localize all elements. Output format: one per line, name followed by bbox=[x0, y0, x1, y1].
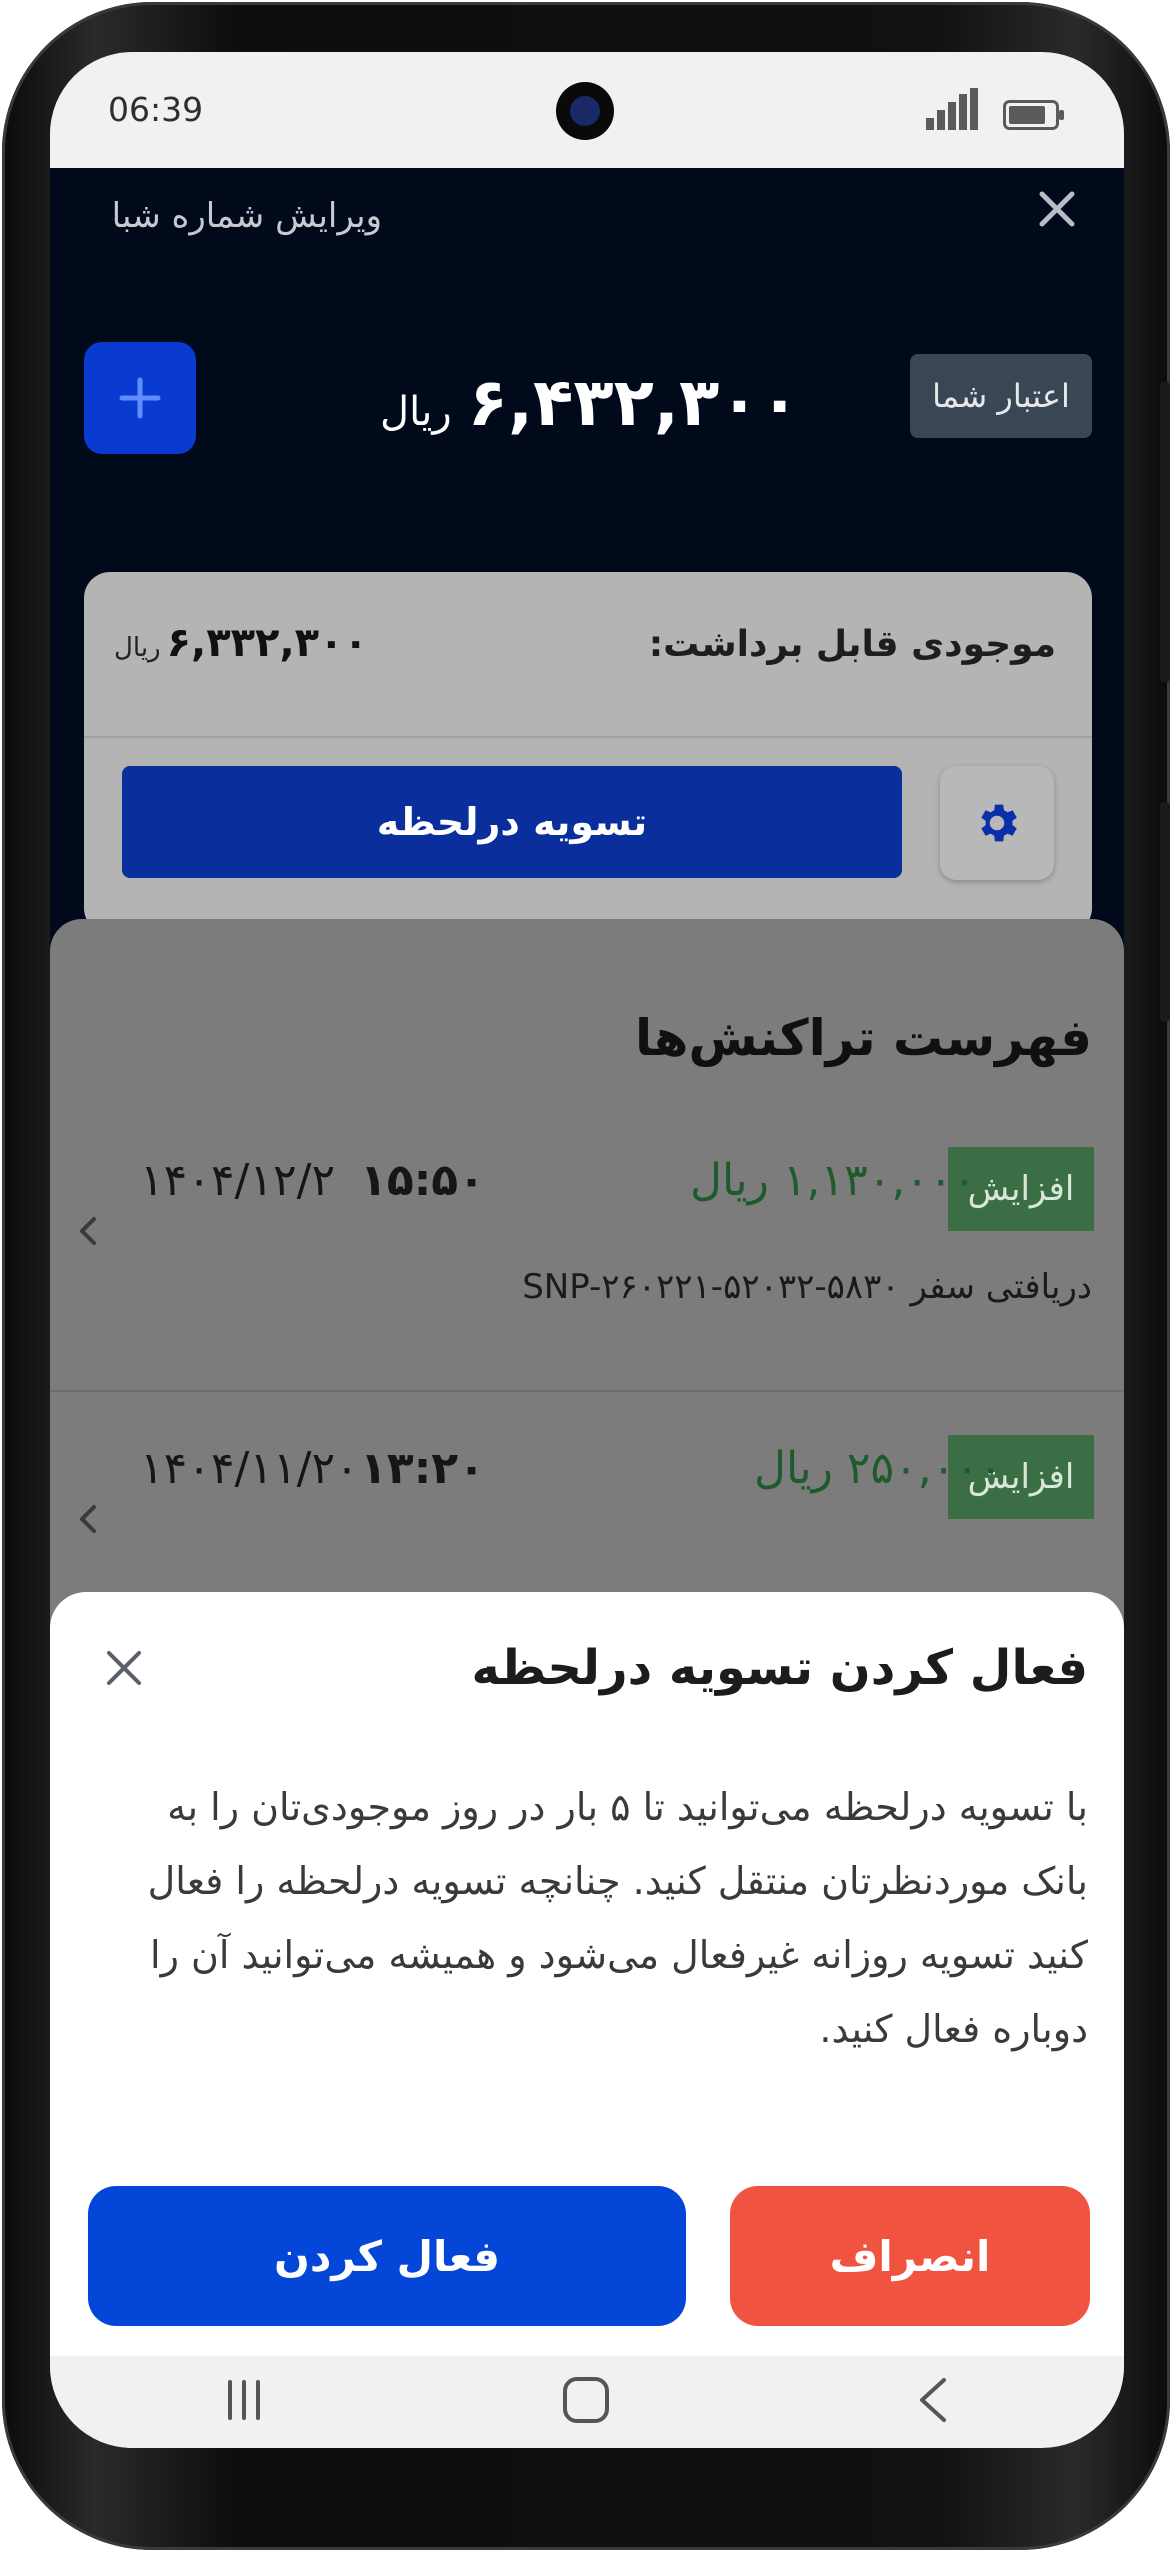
credit-amount: ۶,۴۳۲,۳۰۰ bbox=[467, 364, 800, 441]
credit-label: اعتبار شما bbox=[910, 354, 1092, 438]
transaction-time: ۱۳:۲۰ bbox=[360, 1443, 486, 1494]
gear-icon bbox=[981, 804, 1017, 842]
close-icon[interactable] bbox=[1034, 186, 1080, 232]
wallet-header: ویرایش شماره شبا ۶,۴۳۲,۳۰۰ ریال اعتبار شم… bbox=[50, 168, 1124, 934]
signal-bars-icon bbox=[926, 88, 978, 130]
system-nav-bar bbox=[50, 2356, 1124, 2448]
transaction-description: دریافتی سفر SNP-۲۶۰۲۲۱-۵۲۰۳۲-۵۸۳۰ bbox=[522, 1267, 1092, 1307]
chevron-left-icon bbox=[80, 1505, 96, 1533]
recent-apps-icon[interactable] bbox=[220, 2376, 268, 2424]
transaction-amount: ۲۵۰,۰۰۰ ریال bbox=[754, 1443, 1003, 1494]
add-credit-button[interactable] bbox=[84, 342, 196, 454]
withdrawable-unit: ریال bbox=[114, 633, 161, 663]
withdrawable-amount: ۶,۳۳۲,۳۰۰ bbox=[166, 620, 368, 666]
front-camera bbox=[556, 82, 614, 140]
divider bbox=[84, 736, 1092, 738]
phone-power-button bbox=[1160, 382, 1170, 682]
plus-icon bbox=[119, 377, 161, 419]
activate-button[interactable]: فعال کردن bbox=[88, 2186, 686, 2326]
withdrawable-balance: ۶,۳۳۲,۳۰۰ریال bbox=[114, 620, 368, 666]
transaction-date: ۱۴۰۴/۱۲/۲ bbox=[140, 1155, 336, 1206]
settlement-settings-button[interactable] bbox=[940, 766, 1054, 880]
close-icon[interactable] bbox=[104, 1648, 144, 1688]
withdrawable-card: موجودی قابل برداشت: ۶,۳۳۲,۳۰۰ریال تسویه … bbox=[84, 572, 1092, 934]
phone-screen: 06:39 ویرایش شماره شبا ۶,۴۳۲,۳۰۰ریال اعت… bbox=[50, 52, 1124, 2448]
status-time: 06:39 bbox=[108, 90, 204, 129]
transaction-date: ۱۴۰۴/۱۱/۲۰ bbox=[140, 1443, 359, 1494]
credit-unit: ریال bbox=[380, 389, 452, 435]
phone-volume-button bbox=[1160, 802, 1170, 1022]
credit-balance: ۶,۴۳۲,۳۰۰ ریال bbox=[380, 364, 800, 441]
home-icon[interactable] bbox=[560, 2374, 612, 2426]
edit-sheba-link[interactable]: ویرایش شماره شبا bbox=[112, 196, 382, 236]
phone-frame: 06:39 ویرایش شماره شبا ۶,۴۳۲,۳۰۰ریال اعت… bbox=[2, 2, 1170, 2550]
instant-settlement-button[interactable]: تسویه درلحظه bbox=[122, 766, 902, 878]
status-bar: 06:39 bbox=[50, 52, 1124, 168]
transaction-time: ۱۵:۵۰ bbox=[360, 1155, 486, 1206]
transaction-row[interactable]: افزایش ۱,۱۳۰,۰۰۰ ریال ۱۵:۵۰ ۱۴۰۴/۱۲/۲ در… bbox=[50, 1147, 1124, 1387]
divider bbox=[50, 1390, 1124, 1392]
activate-instant-settlement-sheet: فعال کردن تسویه درلحظه با تسویه درلحظه م… bbox=[50, 1592, 1124, 2397]
cancel-button[interactable]: انصراف bbox=[730, 2186, 1090, 2326]
back-icon[interactable] bbox=[912, 2374, 952, 2426]
withdrawable-label: موجودی قابل برداشت: bbox=[648, 624, 1056, 665]
transactions-title: فهرست تراکنش‌ها bbox=[635, 1009, 1092, 1067]
sheet-title: فعال کردن تسویه درلحظه bbox=[471, 1640, 1088, 1696]
battery-icon bbox=[1003, 100, 1064, 130]
sheet-body-text: با تسویه درلحظه می‌توانید تا ۵ بار در رو… bbox=[147, 1785, 1088, 2051]
chevron-left-icon bbox=[80, 1217, 96, 1245]
transaction-amount: ۱,۱۳۰,۰۰۰ ریال bbox=[690, 1155, 977, 1206]
